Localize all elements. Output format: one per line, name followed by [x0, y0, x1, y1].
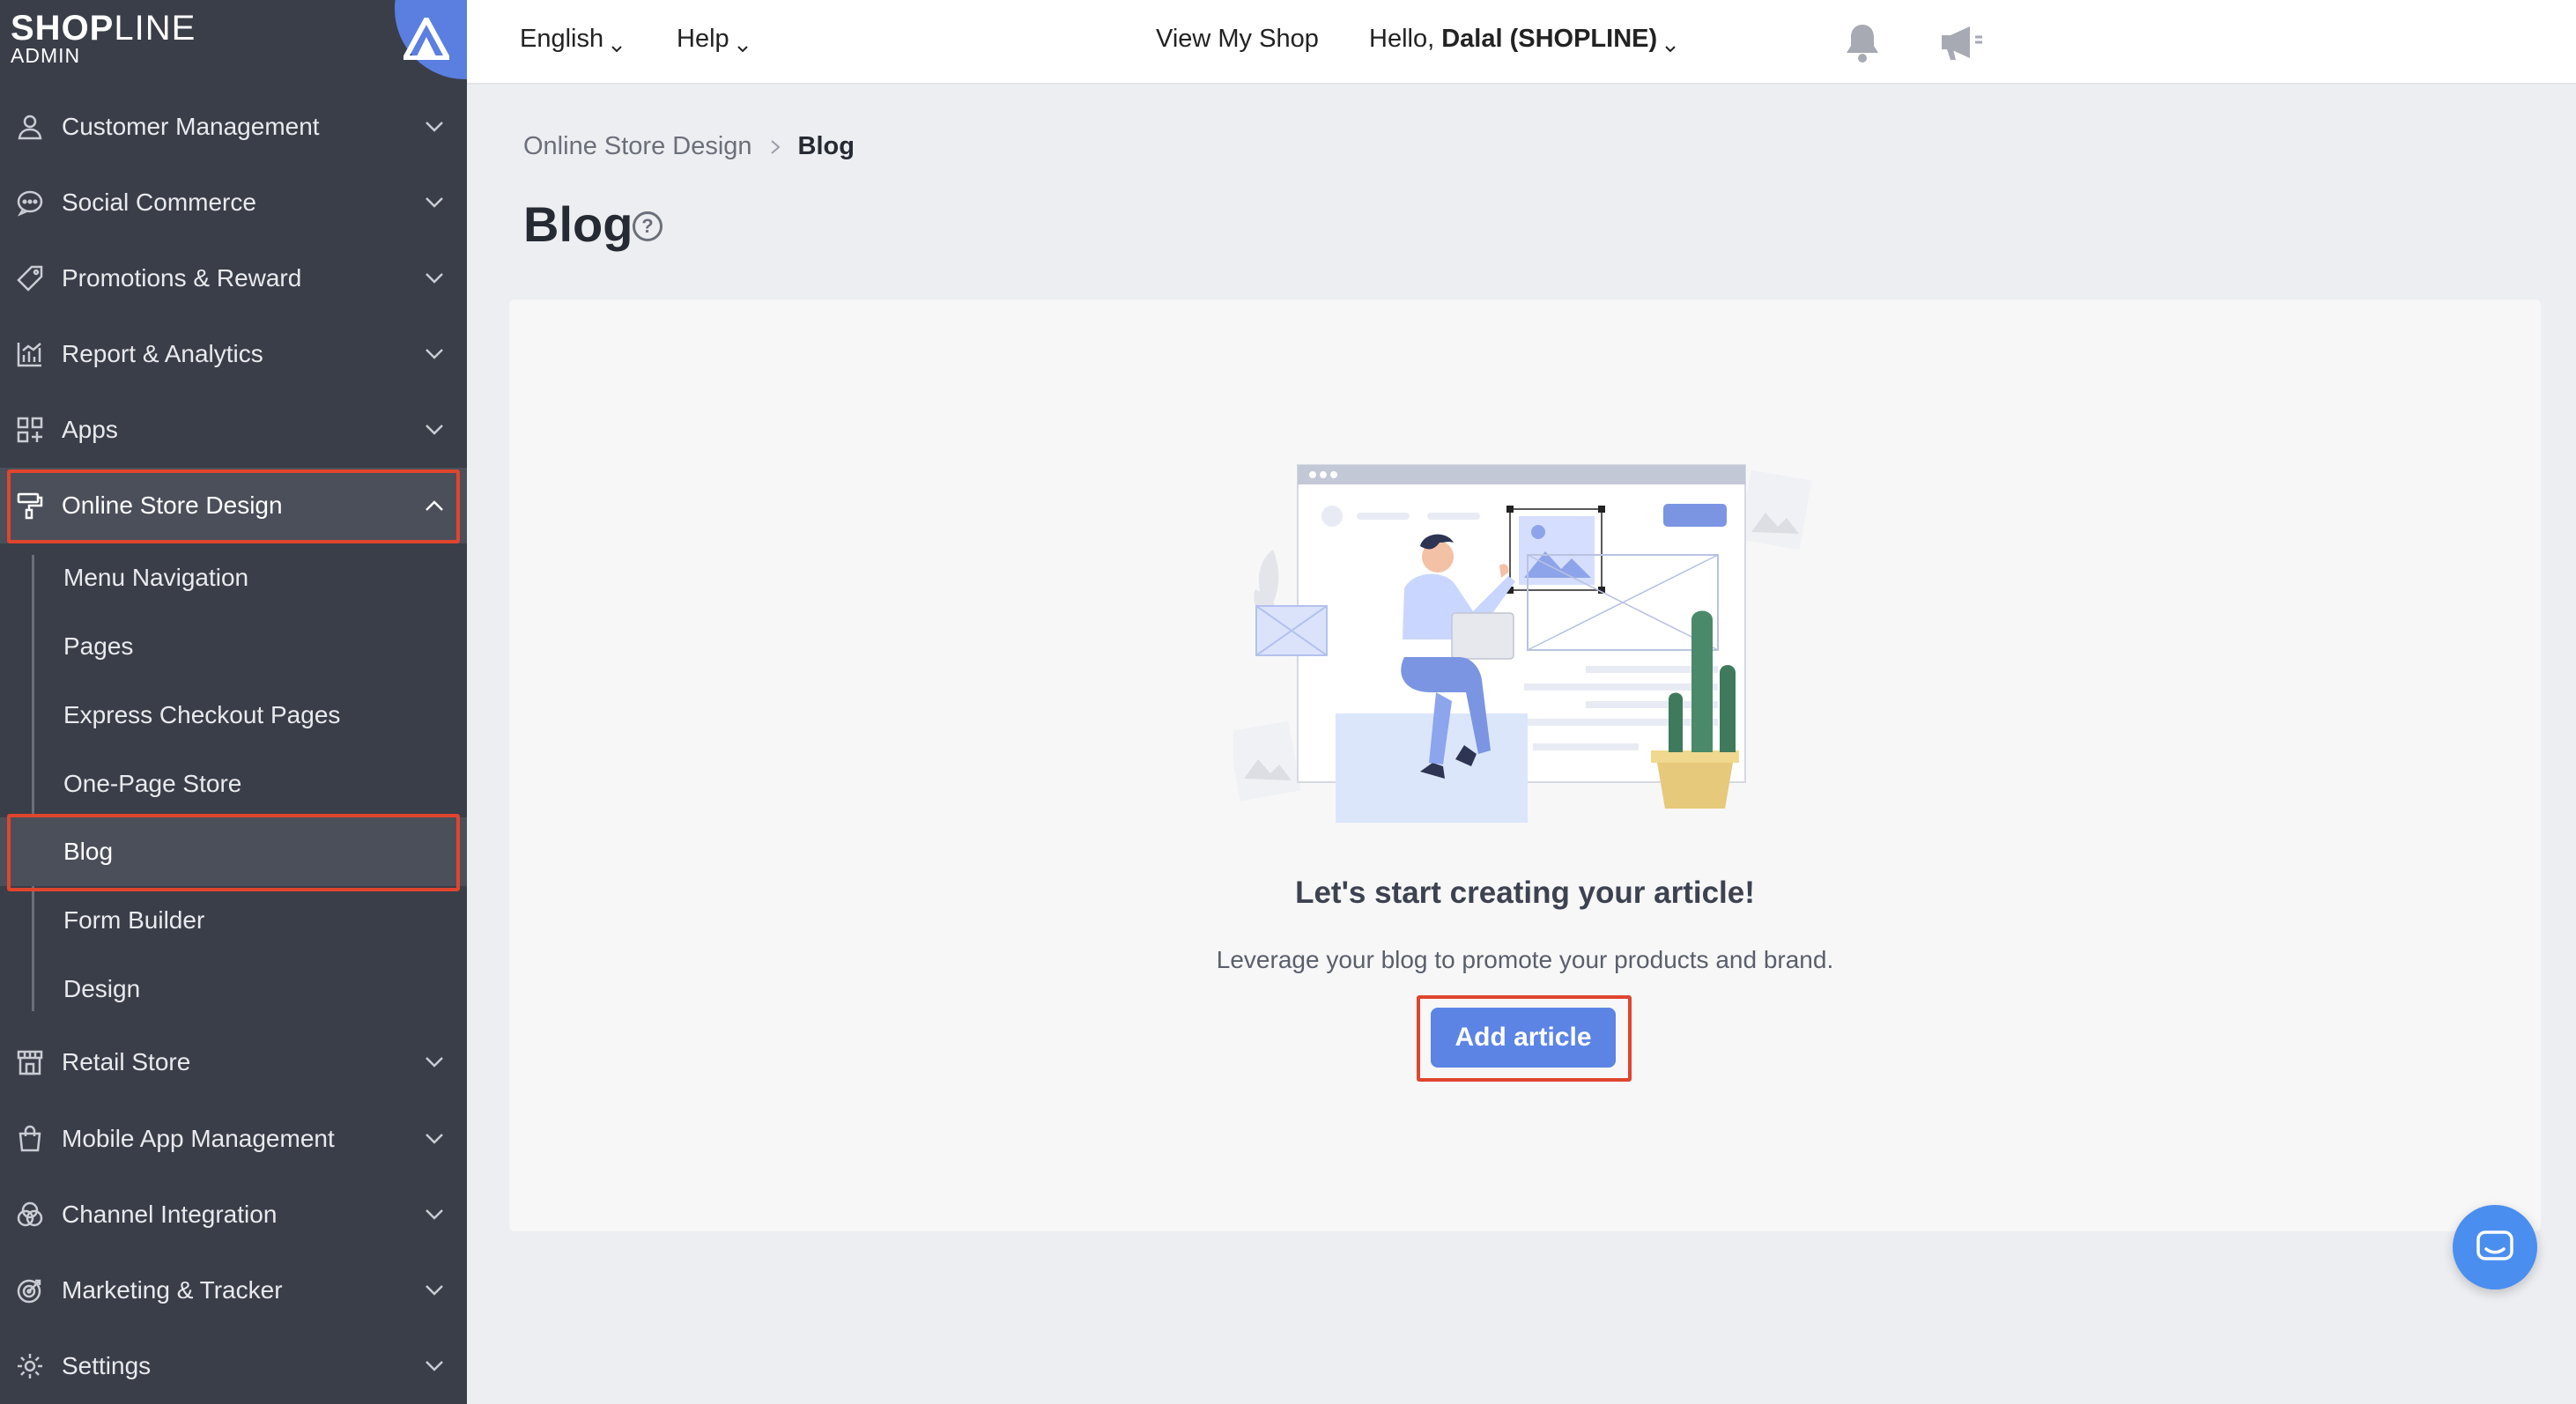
chevron-down-icon: [737, 33, 749, 52]
sidebar-item-label: Social Commerce: [62, 188, 256, 216]
sidebar-item-social-commerce[interactable]: Social Commerce: [0, 165, 467, 240]
chevron-up-icon: [423, 494, 446, 517]
sidebar-item-settings[interactable]: Settings: [0, 1328, 467, 1404]
sidebar-item-mobile-app-management[interactable]: Mobile App Management: [0, 1101, 467, 1177]
chevron-down-icon: [423, 1127, 446, 1150]
greeting-text: Hello,: [1369, 25, 1442, 53]
sidebar-subitem-label: Blog: [63, 838, 114, 865]
sidebar-item-customer-management[interactable]: Customer Management: [0, 89, 467, 165]
logo-thin: LINE: [114, 9, 196, 48]
sidebar-item-retail-store[interactable]: Retail Store: [0, 1024, 467, 1100]
chevron-down-icon: [423, 343, 446, 366]
sidebar-subitem-label: Design: [63, 975, 141, 1002]
sidebar-item-online-store-design[interactable]: Online Store Design: [0, 468, 467, 543]
sidebar-item-marketing-tracker[interactable]: Marketing & Tracker: [0, 1253, 467, 1328]
breadcrumb-current: Blog: [797, 132, 855, 160]
sidebar-subitem-label: Form Builder: [63, 906, 205, 934]
help-circle-icon[interactable]: ?: [633, 211, 663, 241]
sidebar-subitem-menu-navigation[interactable]: Menu Navigation: [0, 543, 467, 612]
chevron-down-icon: [423, 418, 446, 441]
add-article-button[interactable]: Add article: [1431, 1008, 1616, 1068]
help-label: Help: [677, 25, 729, 53]
target-icon: [14, 1275, 46, 1306]
shopping-bag-icon: [14, 1123, 46, 1155]
sidebar-item-report-analytics[interactable]: Report & Analytics: [0, 316, 467, 392]
gear-icon: [14, 1350, 46, 1382]
sidebar-item-channel-integration[interactable]: Channel Integration: [0, 1177, 467, 1253]
breadcrumb: Online Store Design Blog: [523, 132, 855, 161]
sidebar-item-label: Online Store Design: [62, 491, 283, 519]
sidebar: SHOPLINE ADMIN Customer Management Socia…: [0, 0, 467, 1404]
sidebar-subitem-pages[interactable]: Pages: [0, 612, 467, 681]
shopline-badge-icon: [395, 0, 467, 79]
chevron-down-icon: [423, 115, 446, 138]
empty-state-title: Let's start creating your article!: [1295, 876, 1755, 910]
breadcrumb-parent[interactable]: Online Store Design: [523, 132, 752, 161]
sidebar-item-label: Promotions & Reward: [62, 264, 302, 292]
paint-roller-icon: [14, 490, 46, 521]
chat-support-icon[interactable]: [2453, 1205, 2537, 1289]
tag-icon: [14, 262, 46, 294]
sidebar-item-label: Channel Integration: [62, 1201, 278, 1228]
sidebar-subitem-one-page-store[interactable]: One-Page Store: [0, 750, 467, 818]
sidebar-item-label: Mobile App Management: [62, 1125, 335, 1152]
user-name: Dalal (SHOPLINE): [1441, 25, 1658, 53]
chevron-down-icon: [423, 1279, 446, 1302]
top-bar: English Help View My Shop Hello, Dalal (…: [467, 0, 2576, 85]
sidebar-item-label: Settings: [62, 1352, 152, 1379]
language-label: English: [520, 25, 604, 53]
sidebar-item-label: Apps: [62, 416, 118, 443]
page-title: Blog: [523, 196, 633, 252]
language-selector[interactable]: English: [520, 25, 623, 54]
chevron-down-icon: [1664, 33, 1677, 52]
blog-illustration: [1227, 462, 1815, 823]
chat-bubble-icon: [14, 187, 46, 218]
user-icon: [14, 111, 46, 143]
sidebar-subitem-express-checkout-pages[interactable]: Express Checkout Pages: [0, 681, 467, 750]
sidebar-subitem-design[interactable]: Design: [0, 955, 467, 1023]
store-icon: [14, 1046, 46, 1078]
user-menu[interactable]: Hello, Dalal (SHOPLINE): [1369, 25, 1677, 54]
bell-icon[interactable]: [1839, 19, 1885, 65]
sidebar-item-label: Retail Store: [62, 1048, 191, 1075]
chevron-right-icon: [768, 139, 782, 154]
apps-grid-icon: [14, 414, 46, 446]
chevron-down-icon: [423, 267, 446, 290]
channel-circles-icon: [14, 1199, 46, 1230]
chevron-down-icon: [423, 1355, 446, 1378]
sidebar-item-label: Marketing & Tracker: [62, 1276, 283, 1304]
sidebar-subitem-blog[interactable]: Blog: [0, 817, 467, 886]
sidebar-item-apps[interactable]: Apps: [0, 392, 467, 468]
sidebar-subitem-label: One-Page Store: [63, 770, 242, 797]
chevron-down-icon: [423, 191, 446, 214]
logo[interactable]: SHOPLINE ADMIN: [0, 0, 467, 83]
sidebar-subitem-form-builder[interactable]: Form Builder: [0, 886, 467, 955]
bar-chart-icon: [14, 338, 46, 370]
view-shop-label: View My Shop: [1156, 25, 1319, 53]
chevron-down-icon: [611, 33, 623, 52]
empty-state-description: Leverage your blog to promote your produ…: [1216, 946, 1834, 973]
sidebar-item-promotions-reward[interactable]: Promotions & Reward: [0, 240, 467, 316]
sidebar-item-label: Customer Management: [62, 113, 320, 140]
logo-bold: SHOP: [11, 9, 115, 48]
chevron-down-icon: [423, 1203, 446, 1226]
view-my-shop-link[interactable]: View My Shop: [1156, 25, 1319, 54]
chevron-down-icon: [423, 1051, 446, 1074]
megaphone-icon[interactable]: [1938, 19, 1984, 65]
sidebar-subitem-label: Express Checkout Pages: [63, 701, 341, 728]
logo-subtitle: ADMIN: [11, 44, 81, 67]
sidebar-item-label: Report & Analytics: [62, 340, 263, 367]
sidebar-subitem-label: Pages: [63, 632, 134, 660]
sidebar-subitem-label: Menu Navigation: [63, 564, 249, 591]
help-menu[interactable]: Help: [677, 25, 749, 54]
